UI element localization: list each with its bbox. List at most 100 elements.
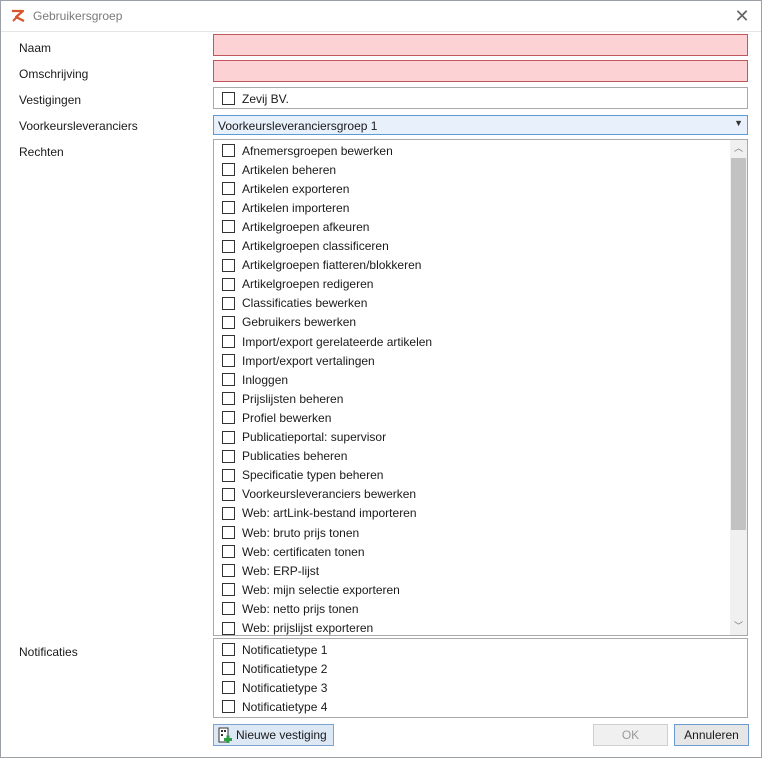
- checkbox[interactable]: [222, 373, 235, 387]
- cancel-button[interactable]: Annuleren: [674, 724, 749, 746]
- list-item[interactable]: Web: artLink-bestand importeren: [222, 504, 417, 523]
- notificaties-label: Notificaties: [19, 645, 78, 659]
- list-item-label: Artikelen beheren: [242, 162, 337, 177]
- list-item[interactable]: Notificatietype 3: [222, 678, 327, 697]
- list-item[interactable]: Inloggen: [222, 370, 288, 389]
- list-item-label: Classificaties bewerken: [242, 296, 368, 311]
- rechten-scrollbar[interactable]: ︿ ﹀: [730, 140, 747, 635]
- checkbox[interactable]: [222, 392, 235, 406]
- naam-label: Naam: [19, 41, 52, 55]
- list-item[interactable]: Artikelen exporteren: [222, 179, 349, 198]
- list-item[interactable]: Web: bruto prijs tonen: [222, 523, 359, 542]
- checkbox[interactable]: [222, 700, 235, 713]
- app-logo-icon: [12, 9, 25, 22]
- window-title: Gebruikersgroep: [33, 9, 123, 23]
- checkbox[interactable]: [222, 487, 235, 501]
- list-item-label: Artikelgroepen redigeren: [242, 277, 374, 292]
- notificaties-list: Notificatietype 4 Notificatietype 3 Notifi…: [213, 638, 748, 718]
- list-item-label: Artikelen exporteren: [242, 181, 350, 196]
- checkbox[interactable]: [222, 602, 235, 616]
- list-item[interactable]: Artikelgroepen redigeren: [222, 275, 373, 294]
- checkbox[interactable]: [222, 163, 235, 177]
- list-item[interactable]: Import/export gerelateerde artikelen: [222, 332, 432, 351]
- new-location-button[interactable]: Nieuwe vestiging: [213, 724, 334, 746]
- checkbox[interactable]: [222, 239, 235, 253]
- checkbox[interactable]: [222, 430, 235, 444]
- checkbox[interactable]: [222, 220, 235, 234]
- checkbox[interactable]: [222, 258, 235, 272]
- list-item[interactable]: Publicaties beheren: [222, 447, 347, 466]
- list-item[interactable]: Specificatie typen beheren: [222, 466, 383, 485]
- vestigingen-label: Vestigingen: [19, 93, 82, 107]
- list-item-label: Import/export vertalingen: [242, 353, 375, 368]
- list-item[interactable]: Import/export vertalingen: [222, 351, 375, 370]
- list-item-label: Voorkeursleveranciers bewerken: [242, 487, 417, 502]
- list-item[interactable]: Publicatieportal: supervisor: [222, 428, 386, 447]
- list-item[interactable]: Profiel bewerken: [222, 408, 331, 427]
- checkbox[interactable]: [222, 201, 235, 215]
- voorkeur-label: Voorkeursleveranciers: [19, 119, 138, 133]
- checkbox[interactable]: [222, 315, 235, 329]
- list-item[interactable]: Web: prijslijst exporteren: [222, 619, 373, 635]
- scroll-down-icon[interactable]: ﹀: [730, 618, 747, 635]
- list-item[interactable]: Notificatietype 2: [222, 659, 327, 678]
- list-item-label: Notificatietype 4: [242, 699, 328, 714]
- checkbox[interactable]: [222, 92, 235, 105]
- title-separator: [1, 31, 761, 32]
- scroll-up-icon[interactable]: ︿: [730, 140, 747, 157]
- close-icon[interactable]: ✕: [731, 5, 753, 27]
- list-item[interactable]: Web: mijn selectie exporteren: [222, 580, 400, 599]
- checkbox[interactable]: [222, 506, 235, 520]
- checkbox[interactable]: [222, 144, 235, 157]
- list-item[interactable]: Classificaties bewerken: [222, 294, 367, 313]
- list-item-label: Web: mijn selectie exporteren: [242, 582, 400, 597]
- list-item[interactable]: Afnemersgroepen bewerken: [222, 141, 393, 160]
- list-item[interactable]: Web: ERP-lijst: [222, 561, 319, 580]
- omschrijving-field[interactable]: [213, 60, 748, 82]
- checkbox[interactable]: [222, 182, 235, 196]
- list-item[interactable]: Artikelgroepen fiatteren/blokkeren: [222, 256, 421, 275]
- list-item[interactable]: Zevij BV.: [222, 89, 289, 108]
- list-item[interactable]: Artikelen beheren: [222, 160, 336, 179]
- checkbox[interactable]: [222, 583, 235, 597]
- checkbox[interactable]: [222, 335, 235, 348]
- checkbox[interactable]: [222, 354, 235, 368]
- list-item-label: Afnemersgroepen bewerken: [242, 143, 393, 158]
- list-item-label: Artikelgroepen afkeuren: [242, 219, 370, 234]
- checkbox[interactable]: [222, 662, 235, 675]
- list-item-label: Web: certificaten tonen: [242, 544, 365, 559]
- checkbox[interactable]: [222, 545, 235, 559]
- list-item[interactable]: Web: certificaten tonen: [222, 542, 365, 561]
- list-item-label: Import/export gerelateerde artikelen: [242, 334, 433, 349]
- checkbox[interactable]: [222, 643, 235, 656]
- naam-field[interactable]: [213, 34, 748, 56]
- list-item[interactable]: Artikelgroepen classificeren: [222, 237, 389, 256]
- checkbox[interactable]: [222, 526, 235, 539]
- list-item[interactable]: Artikelen importeren: [222, 198, 349, 217]
- voorkeur-select[interactable]: Voorkeursleveranciersgroep 1 ▼: [213, 115, 748, 135]
- list-item[interactable]: Notificatietype 4: [222, 697, 327, 716]
- list-item-label: Notificatietype 1: [242, 642, 328, 657]
- checkbox[interactable]: [222, 411, 235, 425]
- list-item-label: Notificatietype 3: [242, 680, 328, 695]
- scrollbar-thumb[interactable]: [731, 158, 746, 530]
- vestigingen-list: Zevij BV.: [213, 87, 748, 109]
- list-item-label: Web: artLink-bestand importeren: [242, 506, 417, 521]
- checkbox[interactable]: [222, 449, 235, 463]
- chevron-down-icon[interactable]: ▼: [734, 118, 743, 128]
- checkbox[interactable]: [222, 564, 235, 578]
- ok-button[interactable]: OK: [593, 724, 668, 746]
- checkbox[interactable]: [222, 468, 235, 482]
- voorkeur-selected-value: Voorkeursleveranciersgroep 1: [218, 119, 378, 133]
- list-item[interactable]: Notificatietype 1: [222, 640, 327, 659]
- list-item[interactable]: Voorkeursleveranciers bewerken: [222, 485, 416, 504]
- list-item[interactable]: Prijslijsten beheren: [222, 389, 343, 408]
- list-item[interactable]: Gebruikers bewerken: [222, 313, 356, 332]
- checkbox[interactable]: [222, 296, 235, 310]
- new-location-label: Nieuwe vestiging: [236, 728, 327, 742]
- checkbox[interactable]: [222, 681, 235, 694]
- list-item[interactable]: Artikelgroepen afkeuren: [222, 217, 369, 236]
- checkbox[interactable]: [222, 621, 235, 635]
- list-item[interactable]: Web: netto prijs tonen: [222, 599, 359, 618]
- checkbox[interactable]: [222, 277, 235, 291]
